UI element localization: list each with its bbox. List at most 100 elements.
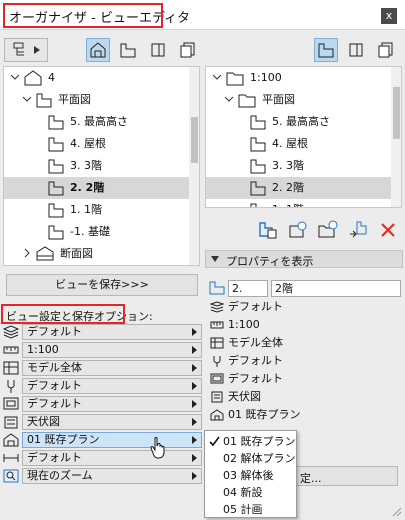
dropdown-field[interactable]: 天伏図 — [22, 414, 202, 430]
dropdown-value: デフォルト — [27, 379, 82, 392]
menu-item-05[interactable]: 05 計画 — [205, 501, 296, 518]
publisher-tab[interactable] — [176, 38, 200, 62]
dropdown-field[interactable]: 1:100 — [22, 342, 202, 358]
scale-dropdown[interactable]: 1:100 — [3, 342, 203, 358]
tree-item-label: 3. 3階 — [70, 159, 102, 172]
menu-item-04[interactable]: 04 新設 — [205, 484, 296, 501]
ceiling-icon — [211, 391, 223, 403]
tree-item-label: 4. 屋根 — [70, 137, 106, 150]
graphic-override-dropdown[interactable]: 天伏図 — [3, 414, 203, 430]
dropdown-value: 現在のズーム — [27, 469, 93, 482]
tree-item-label: 5. 最高高さ — [70, 115, 128, 128]
dropdown-field[interactable]: デフォルト — [22, 324, 202, 340]
right-tree-scrollbar[interactable] — [391, 67, 401, 207]
tree-item-label: 3. 3階 — [272, 159, 304, 172]
pen-set-dropdown[interactable]: デフォルト — [3, 378, 203, 394]
project-tree[interactable]: 4 平面図 5. 最高高さ 4. 屋根 3. 3階 2. 2階 1. 1階 -1… — [3, 66, 200, 266]
dropdown-field[interactable]: 01 既存プラン — [22, 432, 202, 448]
save-view-button[interactable]: ビューを保存>>> — [6, 274, 198, 296]
tree-item[interactable]: 5. 最高高さ — [4, 111, 199, 133]
dropdown-value: デフォルト — [27, 325, 82, 338]
layout-book-tab[interactable] — [146, 38, 170, 62]
layers-icon — [210, 301, 224, 313]
dropdown-value: 天伏図 — [27, 415, 60, 428]
left-tree-scrollbar[interactable] — [189, 67, 199, 265]
right-view-map-tab[interactable] — [314, 38, 338, 62]
scale-icon — [210, 321, 224, 329]
floorplan-icon — [48, 137, 64, 152]
clone-view-button[interactable] — [288, 220, 308, 240]
tree-item[interactable]: 4 — [4, 67, 199, 89]
tree-item[interactable]: 5. 最高高さ — [206, 111, 401, 133]
move-view-button[interactable] — [348, 220, 368, 240]
project-map-tab[interactable] — [86, 38, 110, 62]
tree-item[interactable]: 3. 3階 — [4, 155, 199, 177]
view-name-field[interactable]: 2階 — [271, 280, 401, 297]
move-icon — [350, 221, 367, 238]
property-value: 1:100 — [228, 318, 260, 331]
tree-options-button[interactable] — [4, 38, 48, 62]
properties-header-label: プロパティを表示 — [226, 255, 314, 268]
tree-item-selected[interactable]: 2. 2階 — [4, 177, 199, 199]
dropdown-field[interactable]: 現在のズーム — [22, 468, 202, 484]
dropdown-value: 01 既存プラン — [27, 433, 100, 446]
window-title: オーガナイザ - ビューエディタ — [9, 11, 191, 26]
model-view-dropdown[interactable]: デフォルト — [3, 396, 203, 412]
dropdown-field[interactable]: モデル全体 — [22, 360, 202, 376]
properties-header[interactable]: プロパティを表示 — [205, 250, 403, 268]
dimension-dropdown[interactable]: デフォルト — [3, 450, 203, 466]
tree-item[interactable]: 4. 屋根 — [4, 133, 199, 155]
display-icon — [3, 397, 19, 410]
tree-item[interactable]: 断面図 — [4, 243, 199, 265]
tree-item[interactable]: 平面図 — [4, 89, 199, 111]
dropdown-field[interactable]: デフォルト — [22, 378, 202, 394]
renovation-filter-menu[interactable]: 01 既存プラン 02 解体プラン 03 解体後 04 新設 05 計画 — [204, 430, 297, 518]
hand-cursor-icon — [150, 437, 165, 459]
dropdown-arrow-icon — [192, 382, 197, 390]
tree-item[interactable]: -1. 基礎 — [4, 221, 199, 243]
tree-item[interactable]: 4. 屋根 — [206, 133, 401, 155]
scrollbar-thumb[interactable] — [191, 117, 198, 163]
right-layout-book-tab[interactable] — [344, 38, 368, 62]
view-tree[interactable]: 1:100 平面図 5. 最高高さ 4. 屋根 3. 3階 2. 2階 1. 1… — [205, 66, 402, 208]
new-folder-button[interactable] — [318, 220, 338, 240]
new-view-icon — [259, 222, 277, 239]
triangle-down-icon — [211, 256, 219, 262]
chevron-down-icon — [224, 96, 234, 102]
resize-grip-icon[interactable] — [392, 507, 402, 517]
view-id-field[interactable]: 2. — [228, 280, 268, 297]
tree-item[interactable]: 1. 1階 — [4, 199, 199, 221]
tree-item[interactable]: 1:100 — [206, 67, 401, 89]
layer-set-dropdown[interactable]: デフォルト — [3, 324, 203, 340]
menu-item-02[interactable]: 02 解体プラン — [205, 450, 296, 467]
dropdown-arrow-icon — [192, 346, 197, 354]
tree-item[interactable]: 1. 1階 — [206, 199, 401, 207]
right-publisher-tab[interactable] — [374, 38, 398, 62]
renovation-icon — [3, 433, 19, 447]
tree-item-selected[interactable]: 2. 2階 — [206, 177, 401, 199]
menu-item-01[interactable]: 01 既存プラン — [205, 433, 296, 450]
dropdown-field[interactable]: デフォルト — [22, 450, 202, 466]
pen-icon — [213, 356, 221, 367]
menu-item-label: 01 既存プラン — [223, 435, 296, 448]
tree-item[interactable]: 平面図 — [206, 89, 401, 111]
new-view-button[interactable] — [258, 220, 278, 240]
tree-item[interactable]: 3. 3階 — [206, 155, 401, 177]
zoom-dropdown[interactable]: 現在のズーム — [3, 468, 203, 484]
floorplan-icon — [48, 181, 64, 196]
dropdown-field[interactable]: デフォルト — [22, 396, 202, 412]
checkmark-icon — [209, 436, 220, 447]
delete-button[interactable] — [378, 220, 398, 240]
renovation-filter-dropdown[interactable]: 01 既存プラン — [3, 432, 203, 448]
folder-icon — [238, 94, 256, 108]
tree-item-label: 5. 最高高さ — [272, 115, 330, 128]
structure-display-dropdown[interactable]: モデル全体 — [3, 360, 203, 376]
floorplan-icon — [36, 93, 52, 108]
scrollbar-thumb[interactable] — [393, 87, 400, 139]
house-icon — [90, 42, 106, 58]
tree-item-label: 2. 2階 — [70, 181, 105, 194]
close-button[interactable]: x — [381, 8, 397, 24]
view-map-tab[interactable] — [116, 38, 140, 62]
menu-item-03[interactable]: 03 解体後 — [205, 467, 296, 484]
menu-item-label: 04 新設 — [223, 486, 263, 499]
